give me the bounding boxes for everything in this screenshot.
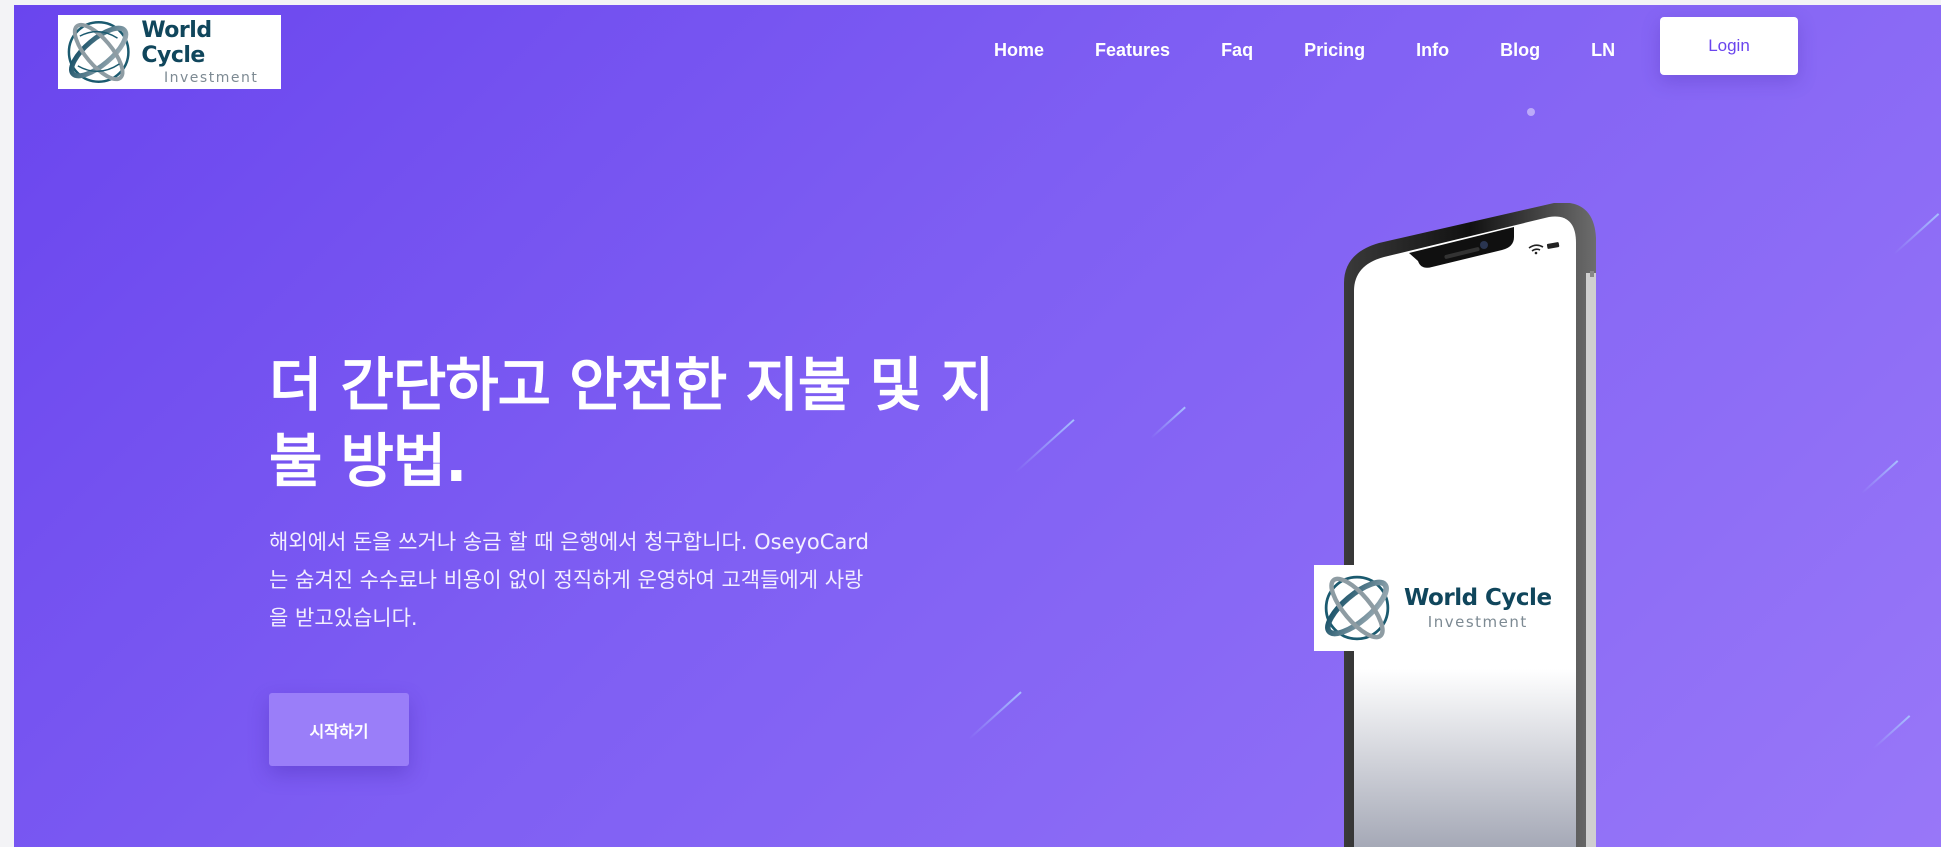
decorative-streak	[1873, 715, 1911, 749]
hero-headline-line-2: 불 방법.	[269, 427, 467, 495]
brand-name: World Cycle	[141, 18, 212, 68]
phone-brand-name: World Cycle	[1404, 585, 1552, 611]
nav-item-info[interactable]: Info	[1416, 40, 1449, 61]
decorative-dot	[1527, 108, 1535, 116]
hero-description: 해외에서 돈을 쓰거나 송금 할 때 은행에서 청구합니다. OseyoCard…	[269, 523, 1004, 637]
decorative-streak	[1150, 406, 1186, 439]
hero-headline-line-1: 더 간단하고 안전한 지불 및 지	[269, 351, 994, 419]
nav-item-blog[interactable]: Blog	[1500, 40, 1540, 61]
globe-orbit-logo-icon	[1324, 575, 1390, 641]
nav-item-features[interactable]: Features	[1095, 40, 1170, 61]
decorative-streak	[968, 691, 1022, 740]
login-button[interactable]: Login	[1660, 17, 1798, 75]
decorative-streak	[1893, 213, 1940, 255]
nav-item-language[interactable]: LN	[1591, 40, 1615, 61]
hero-description-line-1: 해외에서 돈을 쓰거나 송금 할 때 은행에서 청구합니다. OseyoCard	[269, 530, 869, 554]
phone-screen-logo: World Cycle Investment	[1314, 565, 1564, 651]
hero-section: World Cycle Investment Home Features Faq…	[14, 5, 1941, 847]
hero-headline: 더 간단하고 안전한 지불 및 지 불 방법.	[269, 347, 1069, 499]
decorative-streak	[1861, 460, 1899, 494]
get-started-button[interactable]: 시작하기	[269, 693, 409, 766]
brand-tagline: Investment	[164, 70, 259, 86]
globe-orbit-logo-icon	[67, 21, 130, 83]
hero-description-line-3: 을 받고있습니다.	[269, 606, 418, 630]
phone-brand-tagline: Investment	[1427, 613, 1528, 631]
nav-item-home[interactable]: Home	[994, 40, 1044, 61]
page-left-edge	[0, 0, 14, 847]
nav-item-faq[interactable]: Faq	[1221, 40, 1253, 61]
phone-mockup	[1344, 203, 1596, 847]
main-nav: Home Features Faq Pricing Info Blog LN	[994, 35, 1615, 65]
hero-description-line-2: 는 숨겨진 수수료나 비용이 없이 정직하게 운영하여 고객들에게 사랑	[269, 568, 864, 592]
nav-item-pricing[interactable]: Pricing	[1304, 40, 1365, 61]
brand-logo[interactable]: World Cycle Investment	[58, 15, 281, 89]
